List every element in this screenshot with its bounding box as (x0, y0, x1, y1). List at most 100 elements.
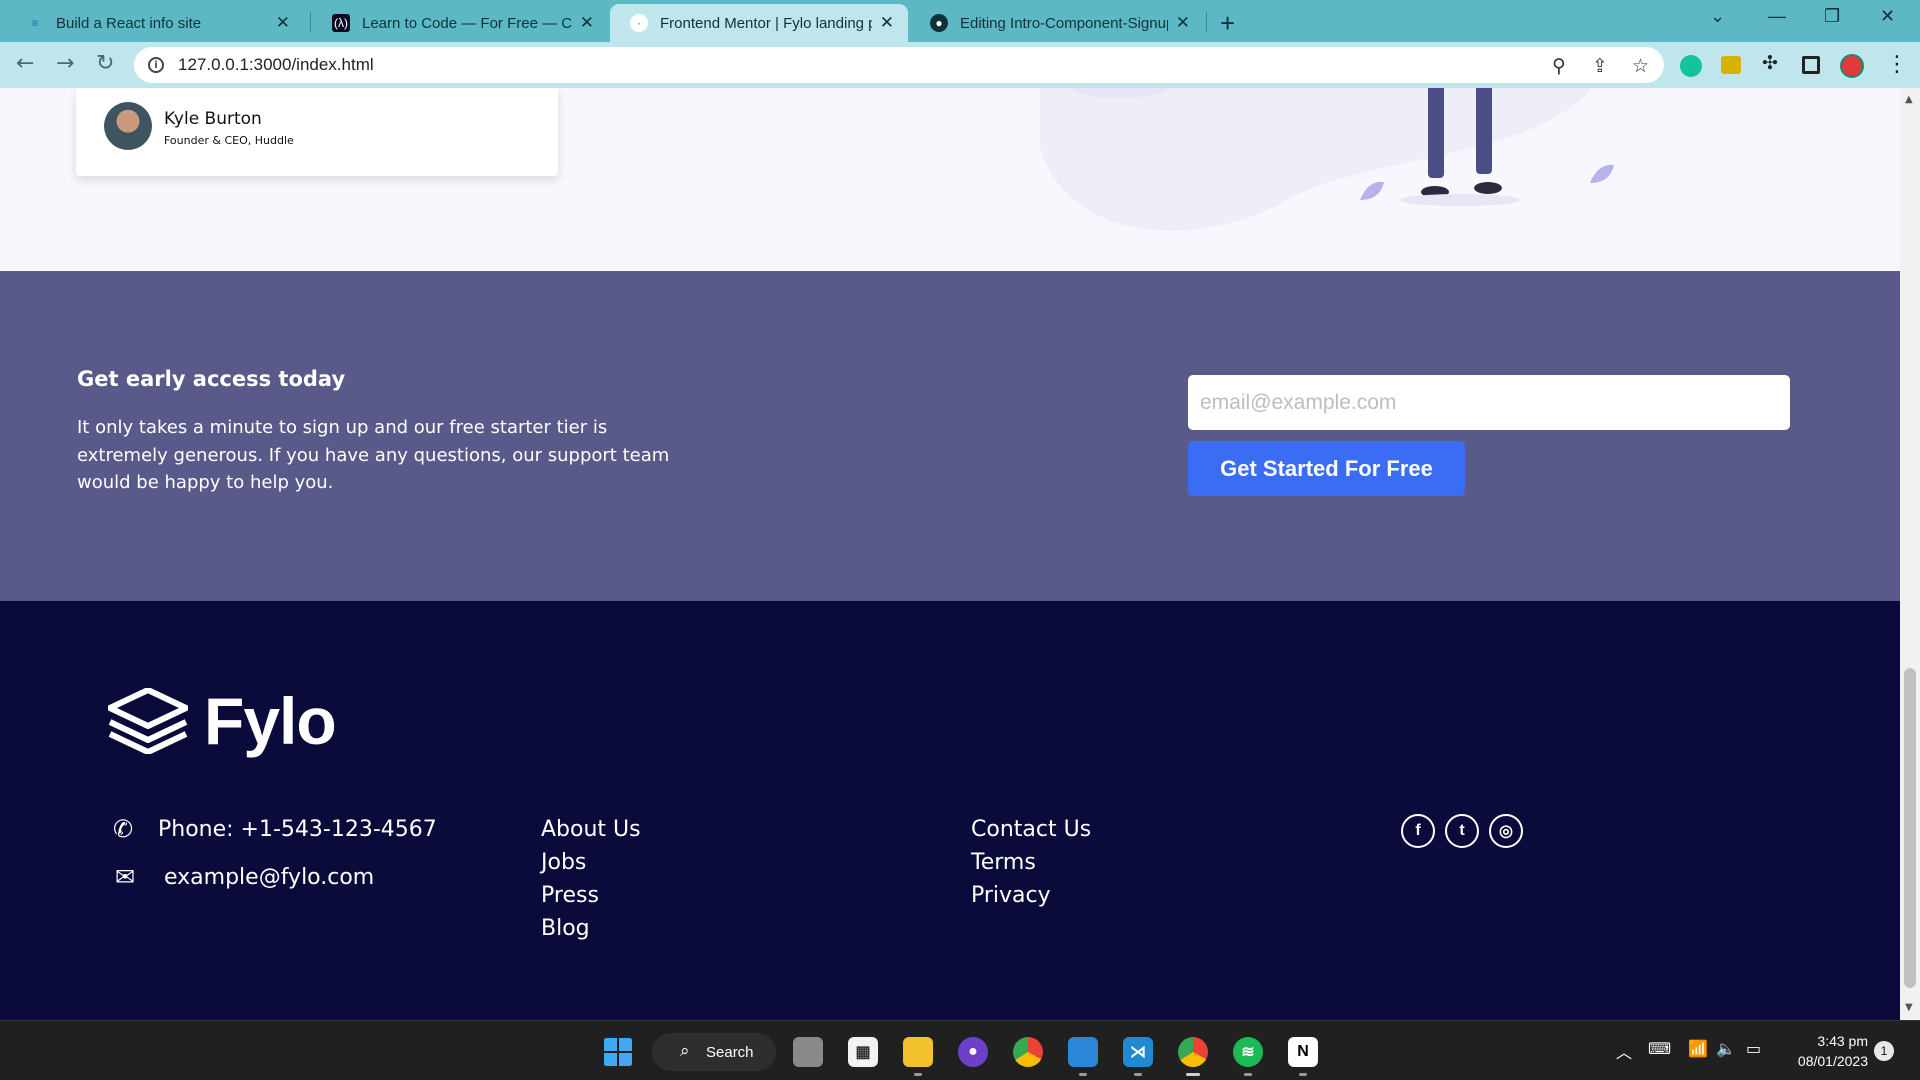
share-icon[interactable]: ⇪ (1592, 55, 1608, 77)
side-panel-icon[interactable] (1802, 56, 1820, 74)
tab-github-editing[interactable]: ● Editing Intro-Component-Signup ✕ (910, 4, 1204, 42)
zoom-icon[interactable]: ⚲ (1552, 55, 1566, 77)
cta-text: It only takes a minute to sign up and ou… (77, 417, 670, 493)
close-icon[interactable]: ✕ (1176, 13, 1190, 33)
window-close-icon[interactable]: ✕ (1880, 6, 1895, 27)
tab-search-chevron-icon[interactable]: ⌄ (1710, 6, 1725, 27)
clock-time: 3:43 pm (1817, 1033, 1868, 1049)
avatar (104, 102, 152, 150)
close-icon[interactable]: ✕ (580, 13, 594, 33)
phone-text: Phone: +1-543-123-4567 (158, 816, 437, 842)
photos-icon[interactable] (1068, 1037, 1098, 1067)
footer-link-press[interactable]: Press (541, 879, 641, 912)
reload-icon[interactable]: ↻ (96, 51, 114, 76)
extension-icon[interactable] (1721, 56, 1741, 74)
minimize-icon[interactable]: — (1768, 6, 1786, 27)
footer-links-support: Contact Us Terms Privacy (971, 813, 1091, 912)
running-indicator (1299, 1073, 1307, 1076)
tab-title: Frontend Mentor | Fylo landing p (660, 14, 872, 32)
instagram-icon[interactable]: ◎ (1489, 814, 1523, 848)
menu-kebab-icon[interactable]: ⋮ (1886, 52, 1908, 77)
keyboard-icon[interactable]: ⌨ (1648, 1039, 1671, 1058)
footer-link-contact-us[interactable]: Contact Us (971, 813, 1091, 846)
github-desktop-icon[interactable]: ● (958, 1037, 988, 1067)
vscode-icon[interactable]: ⋊ (1123, 1037, 1153, 1067)
tab-react-info-site[interactable]: ≡ Build a React info site ✕ (6, 4, 304, 42)
chrome-profile-icon[interactable] (1178, 1037, 1208, 1067)
email-input[interactable] (1188, 375, 1790, 430)
twitter-icon[interactable]: t (1445, 814, 1479, 848)
notification-badge[interactable]: 1 (1874, 1041, 1894, 1061)
new-tab-button[interactable]: + (1220, 8, 1235, 39)
browser-toolbar: ← → ↻ i 127.0.0.1:3000/index.html ⚲ ⇪ ☆ … (0, 42, 1920, 88)
testimonials-section: Kyle Burton Founder & CEO, Huddle (0, 88, 1900, 271)
chrome-icon[interactable] (1013, 1037, 1043, 1067)
footer-link-terms[interactable]: Terms (971, 846, 1091, 879)
tab-separator (1206, 12, 1207, 32)
task-view-icon[interactable] (793, 1037, 823, 1067)
scroll-up-arrow-icon[interactable]: ▲ (1905, 94, 1913, 105)
tab-title: Build a React info site (56, 14, 202, 32)
footer-link-jobs[interactable]: Jobs (541, 846, 641, 879)
footer-link-about-us[interactable]: About Us (541, 813, 641, 846)
email-row: ✉ example@fylo.com (110, 863, 374, 891)
footer-links-company: About Us Jobs Press Blog (541, 813, 641, 945)
mail-icon: ✉ (114, 863, 136, 891)
testimonial-card: Kyle Burton Founder & CEO, Huddle (76, 88, 558, 176)
back-arrow-icon[interactable]: ← (16, 51, 34, 76)
testimonial-name: Kyle Burton (164, 109, 262, 129)
site-info-icon[interactable]: i (148, 57, 164, 73)
microsoft-store-icon[interactable]: ▦ (848, 1037, 878, 1067)
bookmark-star-icon[interactable]: ☆ (1632, 55, 1649, 77)
restore-icon[interactable]: ❐ (1824, 6, 1840, 27)
testimonial-role: Founder & CEO, Huddle (164, 134, 294, 147)
tray-chevron-icon[interactable]: ︿ (1616, 1039, 1632, 1063)
taskbar-clock[interactable]: 3:43 pm 08/01/2023 (1788, 1031, 1868, 1071)
tab-title: Learn to Code — For Free — Coc (362, 14, 572, 32)
tab-frontend-mentor[interactable]: · Frontend Mentor | Fylo landing p ✕ (610, 4, 908, 42)
battery-icon[interactable]: ▭ (1746, 1039, 1761, 1058)
footer-link-privacy[interactable]: Privacy (971, 879, 1091, 912)
fylo-logo-text: Fylo (204, 684, 337, 758)
facebook-icon[interactable]: f (1401, 814, 1435, 848)
page-scrollbar[interactable]: ▲ ▼ (1900, 88, 1920, 1020)
get-started-button[interactable]: Get Started For Free (1188, 441, 1465, 496)
volume-icon[interactable]: 🔈 (1716, 1039, 1736, 1058)
tab-freecodecamp[interactable]: (λ) Learn to Code — For Free — Coc ✕ (312, 4, 608, 42)
early-access-section: Get early access today It only takes a m… (0, 271, 1900, 601)
forward-arrow-icon[interactable]: → (56, 51, 74, 76)
frontend-mentor-favicon-icon: · (630, 14, 648, 32)
clock-date: 08/01/2023 (1797, 1053, 1868, 1069)
taskbar-search-label: Search (706, 1043, 754, 1061)
fylo-logo[interactable]: Fylo (108, 683, 337, 759)
footer-link-blog[interactable]: Blog (541, 912, 641, 945)
extensions-puzzle-icon[interactable]: ✣ (1762, 52, 1778, 74)
scroll-down-arrow-icon[interactable]: ▼ (1905, 1002, 1913, 1013)
phone-row: ✆ Phone: +1-543-123-4567 (108, 815, 437, 843)
notion-icon[interactable]: N (1288, 1037, 1318, 1067)
running-indicator (1134, 1073, 1142, 1076)
footer: Fylo ✆ Phone: +1-543-123-4567 ✉ example@… (0, 601, 1900, 1020)
url-text[interactable]: 127.0.0.1:3000/index.html (178, 55, 374, 75)
running-indicator (1244, 1073, 1252, 1076)
react-favicon-icon: ≡ (31, 16, 39, 30)
running-indicator (914, 1073, 922, 1076)
page-viewport: Kyle Burton Founder & CEO, Huddle Get ea… (0, 88, 1900, 1020)
taskbar-search[interactable]: ⌕ Search (652, 1033, 776, 1071)
address-bar[interactable]: i 127.0.0.1:3000/index.html ⚲ ⇪ ☆ (134, 47, 1664, 83)
wifi-icon[interactable]: 📶 (1688, 1039, 1708, 1058)
profile-avatar[interactable] (1840, 54, 1864, 78)
grammarly-extension-icon[interactable] (1680, 55, 1702, 77)
spotify-icon[interactable]: ≋ (1233, 1037, 1263, 1067)
close-icon[interactable]: ✕ (880, 13, 894, 33)
fylo-logo-icon (108, 688, 188, 754)
file-explorer-icon[interactable] (903, 1037, 933, 1067)
browser-tab-bar: ≡ Build a React info site ✕ (λ) Learn to… (0, 0, 1920, 42)
scrollbar-thumb[interactable] (1904, 668, 1916, 988)
illustration-image (1040, 88, 1614, 231)
windows-start-icon[interactable] (603, 1037, 633, 1067)
tab-separator (310, 12, 311, 32)
github-favicon-icon: ● (930, 14, 948, 32)
email-text[interactable]: example@fylo.com (164, 865, 374, 890)
close-icon[interactable]: ✕ (276, 13, 290, 33)
